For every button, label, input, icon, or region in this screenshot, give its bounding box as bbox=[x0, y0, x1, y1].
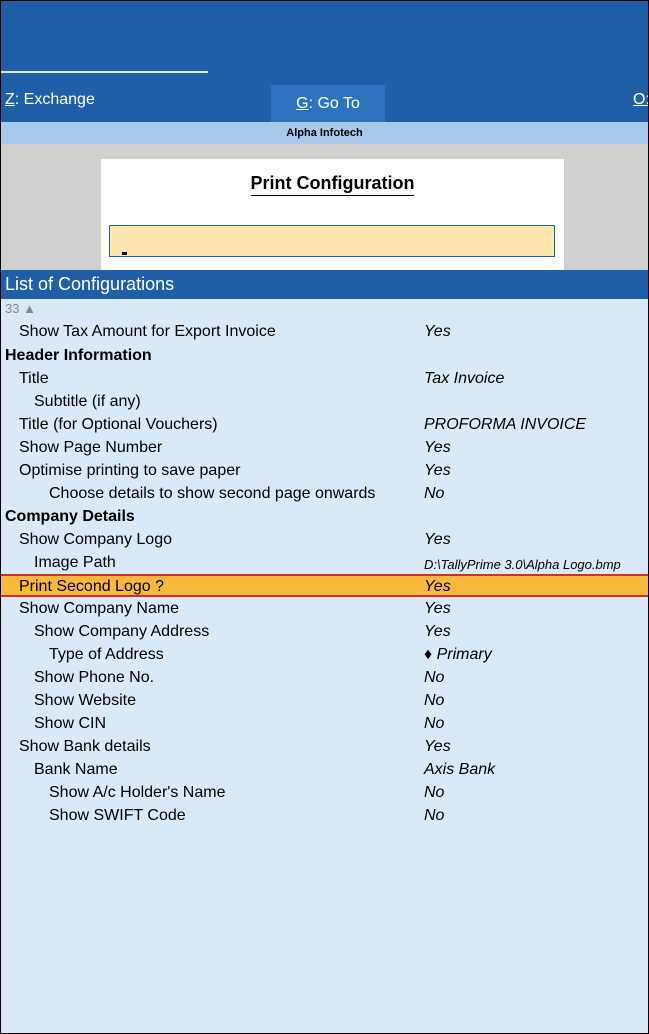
config-value: Tax Invoice bbox=[424, 370, 505, 387]
config-label: Choose details to show second page onwar… bbox=[49, 485, 376, 502]
config-label: Show SWIFT Code bbox=[49, 807, 186, 824]
company-name-bar: Alpha Infotech bbox=[1, 122, 648, 144]
config-label: Type of Address bbox=[49, 646, 164, 663]
section-header: Header Information bbox=[1, 345, 648, 368]
list-title: List of Configurations bbox=[1, 270, 648, 299]
config-value: Yes bbox=[424, 323, 451, 340]
config-label: Title (for Optional Vouchers) bbox=[19, 416, 218, 433]
config-value: No bbox=[424, 669, 445, 686]
selected-config-row[interactable]: Print Second Logo ? Yes bbox=[1, 574, 648, 597]
config-row[interactable]: Subtitle (if any) bbox=[1, 391, 648, 414]
config-value: Yes bbox=[424, 738, 451, 755]
config-label: Subtitle (if any) bbox=[34, 393, 141, 410]
config-row[interactable]: Type of Address ♦ Primary bbox=[1, 644, 648, 667]
dialog-title: Print Configuration bbox=[101, 173, 564, 196]
config-value: No bbox=[424, 807, 445, 824]
config-label: Show Page Number bbox=[19, 439, 163, 456]
top-toolbar: Z: Exchange G: Go To O: bbox=[1, 1, 648, 122]
goto-button-label: : Go To bbox=[308, 94, 360, 112]
config-label: Show Tax Amount for Export Invoice bbox=[19, 323, 276, 340]
config-label: Show Company Name bbox=[19, 600, 180, 617]
text-caret bbox=[122, 252, 127, 255]
tally-window: Z: Exchange G: Go To O: Alpha Infotech P… bbox=[0, 0, 649, 1034]
config-row[interactable]: Title (for Optional Vouchers) PROFORMA IN… bbox=[1, 414, 648, 437]
config-value: No bbox=[424, 715, 445, 732]
configuration-list: 33 ▲ Show Tax Amount for Export Invoice Y… bbox=[1, 299, 648, 1033]
config-value: Yes bbox=[424, 462, 451, 479]
config-label: Print Second Logo ? bbox=[19, 578, 164, 595]
config-label: Show A/c Holder's Name bbox=[49, 784, 226, 801]
config-value: Yes bbox=[424, 531, 451, 548]
exchange-button-label: : Exchange bbox=[14, 91, 95, 108]
config-row[interactable]: Show Website No bbox=[1, 690, 648, 713]
config-label: Company Details bbox=[5, 508, 135, 525]
config-value: No bbox=[424, 485, 445, 502]
config-label: Image Path bbox=[34, 554, 116, 571]
config-row[interactable]: Show Page Number Yes bbox=[1, 437, 648, 460]
config-row[interactable]: Show Company Address Yes bbox=[1, 621, 648, 644]
config-value: D:\TallyPrime 3.0\Alpha Logo.bmp bbox=[424, 557, 621, 572]
config-label: Show Company Logo bbox=[19, 531, 172, 548]
toolbar-divider bbox=[1, 71, 208, 73]
config-value: Yes bbox=[424, 623, 451, 640]
dialog-title-text: Print Configuration bbox=[250, 173, 415, 196]
configuration-search-input[interactable] bbox=[109, 225, 555, 257]
config-row[interactable]: Choose details to show second page onwar… bbox=[1, 483, 648, 506]
config-row[interactable]: Optimise printing to save paper Yes bbox=[1, 460, 648, 483]
config-value: No bbox=[424, 784, 445, 801]
config-row[interactable]: Show SWIFT Code No bbox=[1, 805, 648, 828]
config-label: Optimise printing to save paper bbox=[19, 462, 241, 479]
config-row[interactable]: Title Tax Invoice bbox=[1, 368, 648, 391]
scroll-position-indicator[interactable]: 33 ▲ bbox=[5, 301, 36, 316]
config-row[interactable]: Show Phone No. No bbox=[1, 667, 648, 690]
config-value: Axis Bank bbox=[424, 761, 496, 778]
goto-shortcut-key: G bbox=[296, 94, 309, 112]
config-row[interactable]: Show CIN No bbox=[1, 713, 648, 736]
config-label: Bank Name bbox=[34, 761, 118, 778]
goto-button[interactable]: G: Go To bbox=[271, 85, 385, 122]
o-shortcut-button[interactable]: O: bbox=[633, 91, 648, 109]
exchange-button[interactable]: Z: Exchange bbox=[5, 91, 95, 115]
exchange-shortcut-key: Z bbox=[5, 91, 15, 108]
config-row[interactable]: Show Company Logo Yes bbox=[1, 529, 648, 552]
config-label: Show Company Address bbox=[34, 623, 210, 640]
config-label: Show Bank details bbox=[19, 738, 151, 755]
config-value: Yes bbox=[424, 578, 451, 595]
config-row[interactable]: Show Tax Amount for Export Invoice Yes bbox=[1, 321, 648, 344]
config-label: Show Phone No. bbox=[34, 669, 155, 686]
config-row[interactable]: Image Path D:\TallyPrime 3.0\Alpha Logo.b… bbox=[1, 552, 648, 575]
config-row[interactable]: Show Company Name Yes bbox=[1, 598, 648, 621]
config-label: Show Website bbox=[34, 692, 136, 709]
config-value: Yes bbox=[424, 600, 451, 617]
config-value: No bbox=[424, 692, 445, 709]
config-value: ♦ Primary bbox=[424, 646, 492, 663]
print-configuration-dialog: Print Configuration bbox=[101, 159, 564, 270]
config-row[interactable]: Bank Name Axis Bank bbox=[1, 759, 648, 782]
config-label: Title bbox=[19, 370, 49, 387]
config-label: Show CIN bbox=[34, 715, 107, 732]
config-value: PROFORMA INVOICE bbox=[424, 416, 587, 433]
config-row[interactable]: Show Bank details Yes bbox=[1, 736, 648, 759]
config-value: Yes bbox=[424, 439, 451, 456]
config-row[interactable]: Show A/c Holder's Name No bbox=[1, 782, 648, 805]
section-header: Company Details bbox=[1, 506, 648, 529]
config-label: Header Information bbox=[5, 347, 152, 364]
